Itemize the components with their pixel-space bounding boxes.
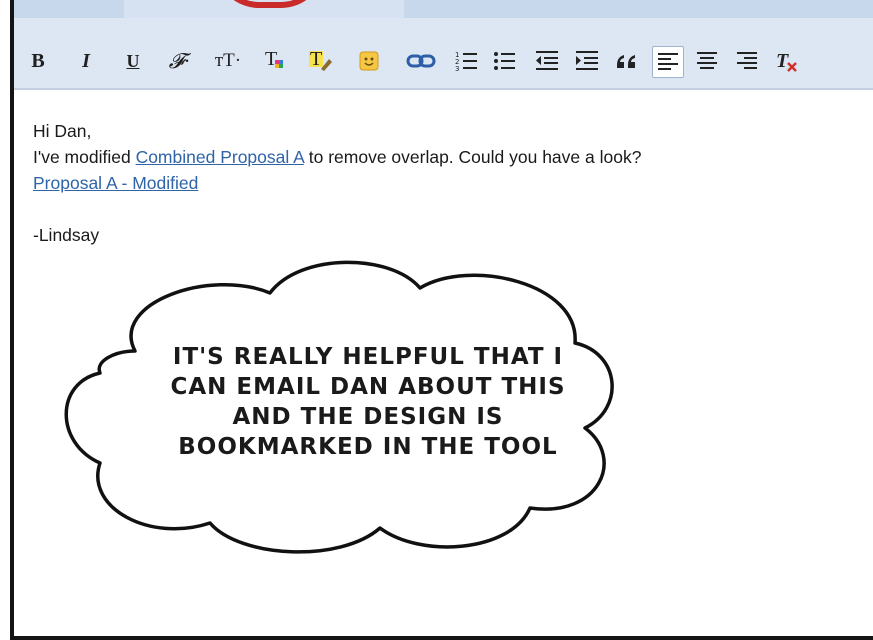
link-icon	[406, 54, 436, 68]
thought-line-3: and the design is	[232, 404, 504, 430]
highlight-icon: T	[309, 48, 332, 71]
thought-line-1: It's really helpful that I	[172, 344, 564, 370]
text-color-icon: T	[265, 48, 283, 70]
message-line: I've modified Combined Proposal A to rem…	[33, 144, 863, 170]
underline-button[interactable]: U	[121, 46, 145, 76]
remove-formatting-button[interactable]: T	[772, 46, 802, 76]
text-color-button[interactable]: T	[259, 46, 293, 76]
highlight-button[interactable]: T	[304, 46, 338, 76]
align-left-button[interactable]	[652, 46, 684, 78]
indent-more-button[interactable]	[572, 46, 602, 76]
bold-button[interactable]: B	[26, 46, 50, 76]
proposal-modified-link[interactable]: Proposal A - Modified	[33, 173, 198, 193]
indent-less-button[interactable]	[532, 46, 562, 76]
italic-button[interactable]: I	[74, 46, 98, 76]
greeting-line: Hi Dan,	[33, 121, 92, 141]
thought-line-2: can email Dan about this	[170, 374, 566, 400]
bulleted-list-button[interactable]	[490, 46, 520, 76]
emoji-icon	[359, 51, 379, 71]
svg-text:T: T	[776, 50, 789, 72]
align-left-icon	[658, 53, 678, 70]
formatting-toolbar: B I U 𝓕· тT· T T 1 2 3 T	[14, 18, 873, 90]
align-right-button[interactable]	[732, 46, 762, 76]
align-center-button[interactable]	[692, 46, 722, 76]
quote-icon	[617, 55, 635, 68]
link-button[interactable]	[404, 46, 438, 76]
bulleted-list-icon	[494, 52, 515, 70]
tab-strip	[14, 0, 873, 18]
combined-proposal-link[interactable]: Combined Proposal A	[136, 147, 304, 167]
message-text-after: to remove overlap. Could you have a look…	[303, 147, 642, 167]
emoji-button[interactable]	[354, 46, 384, 76]
quote-button[interactable]	[612, 46, 642, 76]
numbered-list-icon: 1 2 3	[455, 51, 477, 73]
proposal-link-line: Proposal A - Modified	[33, 170, 863, 196]
font-size-button[interactable]: тT·	[206, 46, 250, 76]
message-text-before: I've modified	[33, 147, 136, 167]
thought-bubble-text: It's really helpful that I can email Dan…	[108, 342, 628, 462]
thought-line-4: bookmarked in the tool	[178, 434, 558, 460]
remove-formatting-icon: T	[776, 50, 797, 72]
indent-more-icon	[576, 51, 598, 70]
svg-text:3: 3	[455, 65, 459, 73]
align-center-icon	[697, 52, 717, 69]
email-body[interactable]: Hi Dan, I've modified Combined Proposal …	[33, 118, 863, 248]
numbered-list-button[interactable]: 1 2 3	[452, 46, 482, 76]
svg-text:T: T	[310, 48, 322, 70]
align-right-icon	[737, 52, 757, 69]
indent-less-icon	[536, 51, 558, 70]
font-family-button[interactable]: 𝓕·	[159, 46, 199, 76]
